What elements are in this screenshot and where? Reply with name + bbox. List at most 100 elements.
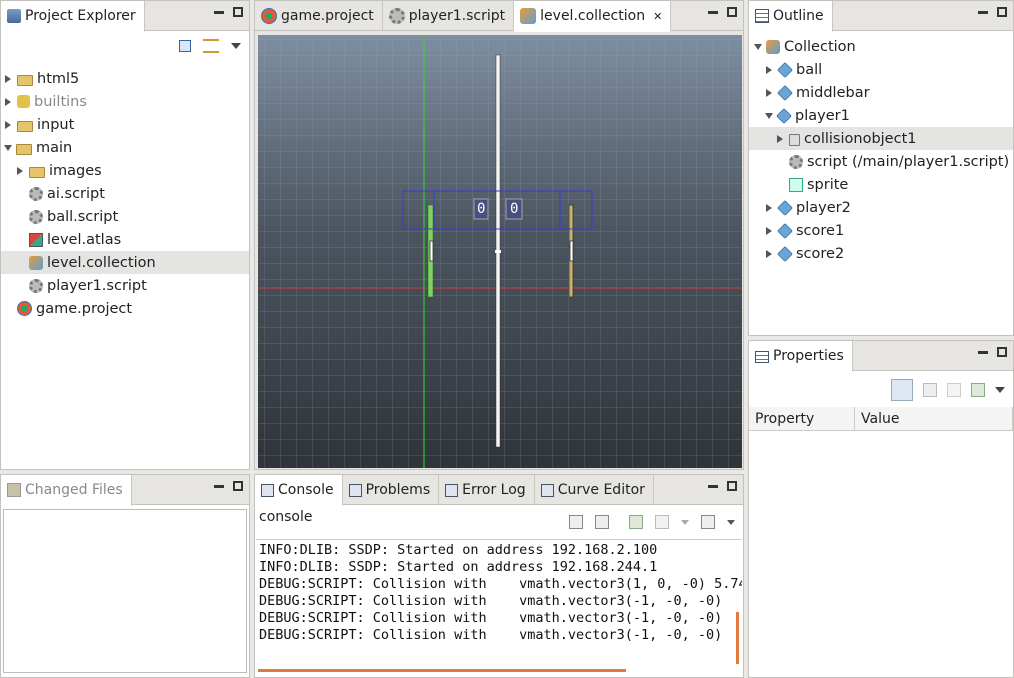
tree-item[interactable]: images [1,159,249,182]
categories-icon[interactable] [891,379,913,401]
minimize-icon[interactable] [978,11,988,14]
collapsed-arrow-icon[interactable] [17,166,23,175]
tree-item[interactable]: sprite [749,173,1013,196]
display-console-dropdown-icon[interactable] [681,519,689,525]
tree-item-label: game.project [36,300,133,317]
tab-properties[interactable]: Properties [749,341,853,372]
minimize-icon[interactable] [708,485,718,488]
collapsed-arrow-icon[interactable] [766,203,772,212]
maximize-icon[interactable] [233,7,243,17]
tree-item-label: player1 [795,107,850,124]
editor-window-buttons [708,7,737,17]
collapsed-arrow-icon[interactable] [5,74,11,83]
collapsed-arrow-icon[interactable] [5,120,11,129]
tab-player1-script[interactable]: player1.script [383,1,515,31]
tree-item[interactable]: input [1,113,249,136]
tree-item[interactable]: html5 [1,67,249,90]
vertical-scrollbar[interactable] [736,612,739,664]
tab-level-collection[interactable]: level.collection ✕ [514,1,672,32]
properties-toolbar [891,379,1005,401]
maximize-icon[interactable] [997,347,1007,357]
scene-viewport[interactable]: 0 0 [258,35,742,468]
tree-item[interactable]: ball [749,58,1013,81]
collapse-all-icon[interactable] [179,40,191,52]
pin-icon[interactable] [971,383,985,397]
open-console-icon[interactable] [701,515,715,529]
maximize-icon[interactable] [997,7,1007,17]
tree-item-label: collisionobject1 [804,130,917,147]
tab-outline[interactable]: Outline [749,1,833,32]
horizontal-scrollbar[interactable] [258,669,626,672]
collapsed-arrow-icon[interactable] [777,134,783,143]
tab-curve-editor[interactable]: Curve Editor [535,475,654,505]
atlas-icon [29,232,43,247]
expanded-arrow-icon[interactable] [765,112,773,119]
column-header-property[interactable]: Property [749,407,855,431]
tree-item[interactable]: level.atlas [1,228,249,251]
changed-files-window-buttons [214,481,243,491]
tree-item[interactable]: player1.script [1,274,249,297]
tab-game-project[interactable]: game.project [255,1,383,31]
display-console-icon[interactable] [655,515,669,529]
tree-item[interactable]: collisionobject1 [749,127,1013,150]
tree-item[interactable]: player2 [749,196,1013,219]
tree-item[interactable]: game.project [1,297,249,320]
tree-item[interactable]: ai.script [1,182,249,205]
maximize-icon[interactable] [727,481,737,491]
scene-grid [258,35,742,468]
tab-problems[interactable]: Problems [343,475,440,505]
maximize-icon[interactable] [233,481,243,491]
pin-console-icon[interactable] [629,515,643,529]
tree-item[interactable]: builtins [1,90,249,113]
tab-label: level.collection [540,8,646,24]
minimize-icon[interactable] [214,11,224,14]
tree-item[interactable]: score1 [749,219,1013,242]
collapsed-arrow-icon[interactable] [766,226,772,235]
project-icon [17,301,32,316]
tree-item-label: level.atlas [47,231,122,248]
tree-item[interactable]: script (/main/player1.script) [749,150,1013,173]
tab-console[interactable]: Console [255,475,343,506]
cube-icon [777,245,793,262]
expanded-arrow-icon[interactable] [754,43,762,50]
expanded-arrow-icon[interactable] [4,144,12,151]
tree-item-label: html5 [37,70,80,87]
restore-default-icon[interactable] [947,383,961,397]
folder-icon [17,120,33,132]
tree-item[interactable]: score2 [749,242,1013,265]
tree-item[interactable]: player1 [749,104,1013,127]
maximize-icon[interactable] [727,7,737,17]
minimize-icon[interactable] [978,351,988,354]
tree-item[interactable]: ball.script [1,205,249,228]
tab-error-log[interactable]: Error Log [439,475,535,505]
scroll-lock-icon[interactable] [595,515,609,529]
problems-icon [348,483,362,497]
tree-item[interactable]: main [1,136,249,159]
link-editor-icon[interactable] [203,39,219,53]
tab-changed-files[interactable]: Changed Files [1,475,132,506]
collapsed-arrow-icon[interactable] [766,249,772,258]
collapsed-arrow-icon[interactable] [5,97,11,106]
column-header-value[interactable]: Value [855,407,1013,431]
close-tab-icon[interactable]: ✕ [653,10,662,23]
properties-tabbar: Properties [749,341,1013,372]
filter-icon[interactable] [923,383,937,397]
project-explorer-window-buttons [214,7,243,17]
tree-item[interactable]: level.collection [1,251,249,274]
tree-item[interactable]: Collection [749,35,1013,58]
error-log-icon [445,483,459,497]
tab-project-explorer[interactable]: Project Explorer [1,1,145,32]
clear-console-icon[interactable] [569,515,583,529]
tree-item[interactable]: middlebar [749,81,1013,104]
score2-label: 0 [510,201,519,217]
collapsed-arrow-icon[interactable] [766,88,772,97]
console-output[interactable]: INFO:DLIB: SSDP: Started on address 192.… [256,539,742,675]
view-menu-icon[interactable] [231,43,241,49]
collapsed-arrow-icon[interactable] [766,65,772,74]
minimize-icon[interactable] [708,11,718,14]
minimize-icon[interactable] [214,485,224,488]
view-menu-icon[interactable] [995,387,1005,393]
open-console-dropdown-icon[interactable] [727,519,735,525]
